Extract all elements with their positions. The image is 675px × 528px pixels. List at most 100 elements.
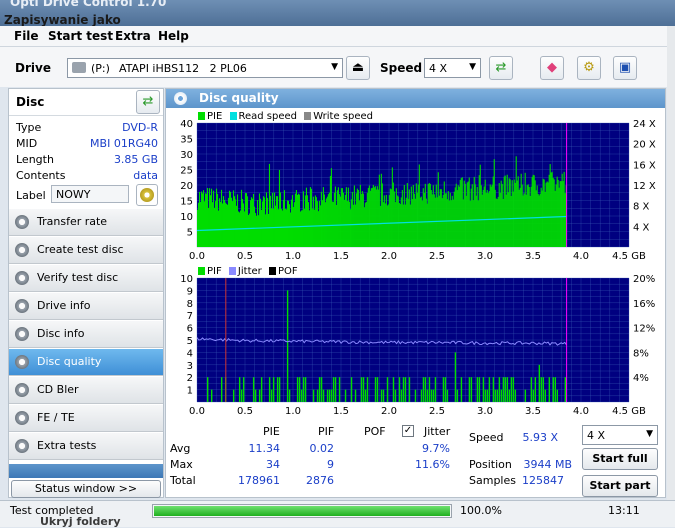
pie-bar xyxy=(473,176,475,247)
drive-select[interactable]: (P:) ATAPI iHBS112 2 PL06 ▼ xyxy=(67,58,343,78)
pie-bar xyxy=(559,181,561,247)
nav-label: Verify test disc xyxy=(37,271,119,284)
pie-bar xyxy=(398,203,400,247)
pie-bar xyxy=(562,181,564,247)
jitter-checkbox[interactable]: ✓ xyxy=(402,425,414,437)
pif-bar xyxy=(426,389,429,402)
pie-bar xyxy=(355,193,357,247)
pie-bar xyxy=(505,194,507,247)
pie-bar xyxy=(456,190,458,247)
pie-bar xyxy=(383,195,385,247)
pif-bar xyxy=(386,377,389,402)
pie-bar xyxy=(436,197,438,247)
nav-create-test-disc[interactable]: Create test disc xyxy=(9,237,163,264)
save-button[interactable]: ▣ xyxy=(613,56,637,80)
y-tick-right: 16 X xyxy=(633,160,656,171)
nav-cd-bler[interactable]: CD Bler xyxy=(9,377,163,404)
pie-bar xyxy=(377,189,379,247)
x-tick: 2.0 xyxy=(381,406,397,414)
y-tick-right: 24 X xyxy=(633,119,656,130)
eject-button[interactable]: ⏏ xyxy=(346,56,370,80)
window-edge-scrollbar[interactable] xyxy=(667,26,675,500)
test-speed-select[interactable]: 4 X ▼ xyxy=(582,425,658,445)
menu-extra[interactable]: Extra xyxy=(115,29,151,43)
menu-start-test[interactable]: Start test xyxy=(48,29,113,43)
menu-bar: File Start test Extra Help xyxy=(0,26,667,47)
pie-bar xyxy=(249,200,252,247)
disc-icon xyxy=(15,271,29,285)
pie-bar xyxy=(497,196,499,247)
pie-bar xyxy=(293,202,295,247)
pie-bar xyxy=(369,190,371,247)
nav-verify-test-disc[interactable]: Verify test disc xyxy=(9,265,163,292)
pie-bar xyxy=(257,215,260,247)
refresh-button[interactable]: ⇄ xyxy=(489,56,513,80)
pif-bar xyxy=(488,377,491,402)
pie-bar xyxy=(252,193,255,247)
pie-bar xyxy=(454,187,456,247)
pie-bar xyxy=(343,199,345,247)
pie-bar xyxy=(256,200,259,247)
pie-bar xyxy=(541,190,543,247)
pie-bar xyxy=(331,201,333,247)
pie-bar xyxy=(531,176,533,247)
nav-fe-te[interactable]: FE / TE xyxy=(9,405,163,432)
disc-type-value: DVD-R xyxy=(122,121,158,134)
elapsed-time: 13:11 xyxy=(608,504,640,517)
menu-help[interactable]: Help xyxy=(158,29,189,43)
status-window-button[interactable]: Status window >> xyxy=(11,480,161,498)
pie-bar xyxy=(352,204,354,247)
pie-bar xyxy=(219,201,222,247)
nav-extra-tests[interactable]: Extra tests xyxy=(9,433,163,460)
pif-bar xyxy=(534,377,537,402)
pie-bar xyxy=(549,164,551,247)
disc-length-key: Length xyxy=(16,153,54,166)
pie-bar xyxy=(268,163,271,247)
start-part-button[interactable]: Start part xyxy=(582,475,658,497)
start-full-button[interactable]: Start full xyxy=(582,448,658,470)
pif-bar xyxy=(538,364,541,402)
speed-stat-key: Speed xyxy=(469,431,504,444)
y-tick-left: 25 xyxy=(180,166,193,177)
settings-button[interactable]: ⚙ xyxy=(577,56,601,80)
pie-bar xyxy=(251,198,254,247)
pie-bar xyxy=(285,209,288,247)
erase-button[interactable]: ◆ xyxy=(540,56,564,80)
pie-bar xyxy=(288,204,291,247)
pie-bar xyxy=(211,202,214,247)
nav-disc-info[interactable]: Disc info xyxy=(9,321,163,348)
nav-disc-quality[interactable]: Disc quality xyxy=(9,349,163,376)
pie-bar xyxy=(347,187,349,247)
disc-label-apply-button[interactable] xyxy=(136,184,158,206)
x-tick: 3.5 xyxy=(525,251,541,259)
pie-bar xyxy=(351,191,353,247)
pie-bar xyxy=(342,192,344,247)
pif-bar xyxy=(484,389,487,402)
menu-file[interactable]: File xyxy=(14,29,39,43)
disc-refresh-button[interactable]: ⇄ xyxy=(136,90,160,114)
nav-label: FE / TE xyxy=(37,411,75,424)
y-tick-left: 10 xyxy=(180,274,193,285)
pie-bar xyxy=(535,190,537,247)
pie-bar xyxy=(394,202,396,247)
pie-bar xyxy=(354,204,356,247)
pie-bar xyxy=(228,190,231,247)
pie-bar xyxy=(379,205,381,247)
pie-bar xyxy=(546,181,548,247)
nav-transfer-rate[interactable]: Transfer rate xyxy=(9,209,163,236)
pif-bar xyxy=(548,377,551,402)
window-title: Opti Drive Control 1.70 xyxy=(10,0,167,9)
disc-label-field[interactable]: NOWY xyxy=(51,185,129,203)
pie-bar xyxy=(218,198,221,247)
progress-label: 100.0% xyxy=(460,504,502,517)
pie-bar xyxy=(399,204,401,247)
chevron-down-icon: ▼ xyxy=(331,62,338,72)
y-tick-right: 16% xyxy=(633,299,655,310)
refresh-icon: ⇄ xyxy=(142,94,154,109)
pie-bar xyxy=(304,195,306,247)
pie-bar xyxy=(339,196,341,247)
nav-drive-info[interactable]: Drive info xyxy=(9,293,163,320)
pie-bar xyxy=(510,196,512,247)
pif-bar xyxy=(242,377,245,402)
speed-select[interactable]: 4 X ▼ xyxy=(424,58,481,78)
